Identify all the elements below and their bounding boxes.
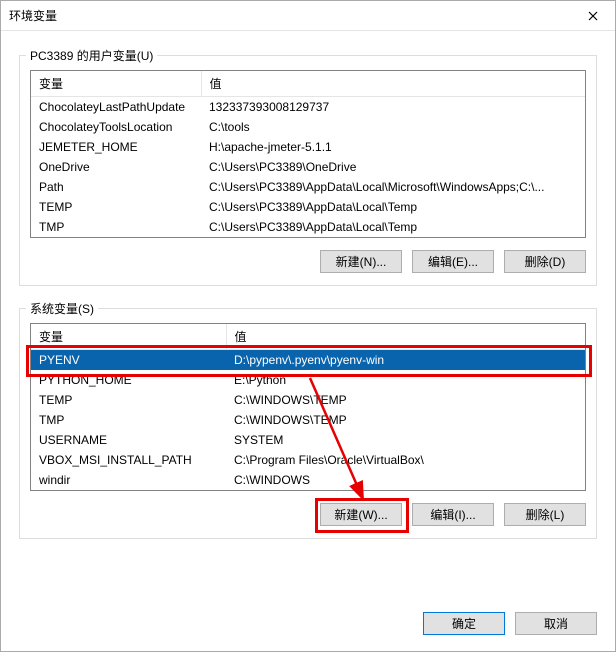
var-name-cell: VBOX_MSI_INSTALL_PATH [31, 450, 226, 470]
cancel-button[interactable]: 取消 [515, 612, 597, 635]
table-row[interactable]: TMPC:\WINDOWS\TEMP [31, 410, 585, 430]
table-row[interactable]: OneDriveC:\Users\PC3389\OneDrive [31, 157, 585, 177]
user-col-name[interactable]: 变量 [31, 71, 201, 97]
table-row[interactable]: USERNAMESYSTEM [31, 430, 585, 450]
var-name-cell: TMP [31, 217, 201, 237]
sys-vars-buttons: 新建(W)... 编辑(I)... 删除(L) [30, 503, 586, 526]
dialog-footer: 确定 取消 [423, 612, 597, 635]
table-row[interactable]: PYTHON_HOMEE:\Python [31, 370, 585, 390]
table-row[interactable]: VBOX_MSI_INSTALL_PATHC:\Program Files\Or… [31, 450, 585, 470]
var-name-cell: TMP [31, 410, 226, 430]
var-value-cell: C:\WINDOWS [226, 470, 585, 490]
ok-button[interactable]: 确定 [423, 612, 505, 635]
sys-vars-group-label: 系统变量(S) [26, 300, 98, 317]
var-name-cell: PYTHON_HOME [31, 370, 226, 390]
sys-col-name[interactable]: 变量 [31, 324, 226, 350]
var-value-cell: C:\WINDOWS\TEMP [226, 390, 585, 410]
var-name-cell: ChocolateyToolsLocation [31, 117, 201, 137]
var-value-cell: SYSTEM [226, 430, 585, 450]
sys-vars-table-wrap: 变量 值 PYENVD:\pypenv\.pyenv\pyenv-winPYTH… [30, 323, 586, 491]
table-row[interactable]: TMPC:\Users\PC3389\AppData\Local\Temp [31, 217, 585, 237]
var-value-cell: C:\Users\PC3389\AppData\Local\Microsoft\… [201, 177, 585, 197]
sys-edit-button[interactable]: 编辑(I)... [412, 503, 494, 526]
var-name-cell: JEMETER_HOME [31, 137, 201, 157]
env-vars-dialog: 环境变量 PC3389 的用户变量(U) 变量 值 ChocolateyLast… [0, 0, 616, 652]
user-vars-group: PC3389 的用户变量(U) 变量 值 ChocolateyLastPathU… [19, 55, 597, 286]
var-value-cell: E:\Python [226, 370, 585, 390]
table-row[interactable]: JEMETER_HOMEH:\apache-jmeter-5.1.1 [31, 137, 585, 157]
sys-vars-table[interactable]: 变量 值 PYENVD:\pypenv\.pyenv\pyenv-winPYTH… [31, 324, 585, 490]
var-name-cell: ChocolateyLastPathUpdate [31, 97, 201, 118]
titlebar: 环境变量 [1, 1, 615, 31]
var-value-cell: C:\Users\PC3389\AppData\Local\Temp [201, 197, 585, 217]
var-name-cell: USERNAME [31, 430, 226, 450]
var-name-cell: Path [31, 177, 201, 197]
user-new-button[interactable]: 新建(N)... [320, 250, 402, 273]
sys-delete-button[interactable]: 删除(L) [504, 503, 586, 526]
var-name-cell: OneDrive [31, 157, 201, 177]
user-delete-button[interactable]: 删除(D) [504, 250, 586, 273]
user-vars-table[interactable]: 变量 值 ChocolateyLastPathUpdate13233739300… [31, 71, 585, 237]
user-edit-button[interactable]: 编辑(E)... [412, 250, 494, 273]
sys-vars-group: 系统变量(S) 变量 值 PYENVD:\pypenv\.pyenv\pyenv… [19, 308, 597, 539]
sys-new-button[interactable]: 新建(W)... [320, 503, 402, 526]
window-title: 环境变量 [9, 7, 57, 24]
table-row[interactable]: PathC:\Users\PC3389\AppData\Local\Micros… [31, 177, 585, 197]
var-value-cell: C:\Users\PC3389\OneDrive [201, 157, 585, 177]
dialog-content: PC3389 的用户变量(U) 变量 值 ChocolateyLastPathU… [1, 31, 615, 551]
var-value-cell: H:\apache-jmeter-5.1.1 [201, 137, 585, 157]
var-name-cell: windir [31, 470, 226, 490]
table-row[interactable]: ChocolateyToolsLocationC:\tools [31, 117, 585, 137]
close-icon[interactable] [570, 1, 615, 31]
var-value-cell: C:\Users\PC3389\AppData\Local\Temp [201, 217, 585, 237]
table-row[interactable]: PYENVD:\pypenv\.pyenv\pyenv-win [31, 350, 585, 371]
var-value-cell: C:\Program Files\Oracle\VirtualBox\ [226, 450, 585, 470]
var-name-cell: PYENV [31, 350, 226, 371]
sys-col-value[interactable]: 值 [226, 324, 585, 350]
table-row[interactable]: windirC:\WINDOWS [31, 470, 585, 490]
user-col-value[interactable]: 值 [201, 71, 585, 97]
table-row[interactable]: TEMPC:\Users\PC3389\AppData\Local\Temp [31, 197, 585, 217]
var-value-cell: 132337393008129737 [201, 97, 585, 118]
table-row[interactable]: TEMPC:\WINDOWS\TEMP [31, 390, 585, 410]
var-value-cell: D:\pypenv\.pyenv\pyenv-win [226, 350, 585, 371]
user-vars-buttons: 新建(N)... 编辑(E)... 删除(D) [30, 250, 586, 273]
var-name-cell: TEMP [31, 197, 201, 217]
var-value-cell: C:\WINDOWS\TEMP [226, 410, 585, 430]
var-value-cell: C:\tools [201, 117, 585, 137]
user-vars-group-label: PC3389 的用户变量(U) [26, 47, 157, 64]
var-name-cell: TEMP [31, 390, 226, 410]
user-vars-table-wrap: 变量 值 ChocolateyLastPathUpdate13233739300… [30, 70, 586, 238]
table-row[interactable]: ChocolateyLastPathUpdate1323373930081297… [31, 97, 585, 118]
